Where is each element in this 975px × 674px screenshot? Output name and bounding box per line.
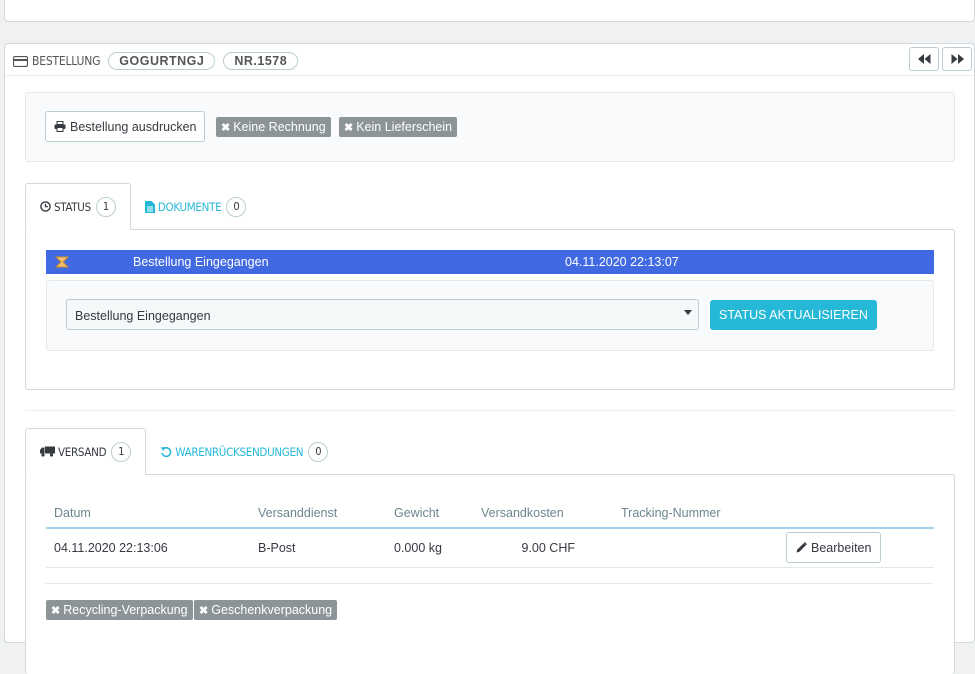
shipping-weight: 0.000 kg bbox=[386, 528, 473, 568]
status-history-date: 04.11.2020 22:13:07 bbox=[565, 255, 679, 269]
print-order-button[interactable]: Bestellung ausdrucken bbox=[45, 111, 206, 142]
print-order-label: Bestellung ausdrucken bbox=[70, 119, 197, 134]
close-icon: ✖ bbox=[221, 121, 231, 134]
tab-shipping-label: VERSAND bbox=[58, 444, 107, 459]
column-header-date: Datum bbox=[46, 498, 250, 529]
file-icon bbox=[144, 200, 155, 213]
order-panel-title: BESTELLUNG GOGURTNGJ NR.1578 bbox=[13, 52, 299, 70]
recycling-packaging-label: Recycling-Verpackung bbox=[63, 603, 188, 617]
previous-order-button[interactable] bbox=[909, 47, 939, 71]
shipping-tab-panel: Datum Versanddienst Gewicht Versandkoste… bbox=[25, 474, 955, 674]
column-header-actions bbox=[778, 498, 934, 529]
next-order-button[interactable] bbox=[942, 47, 972, 71]
status-update-form: Bestellung Eingegangen STATUS AKTUALISIE… bbox=[46, 280, 934, 351]
section-divider bbox=[25, 410, 955, 411]
order-status-selected: Bestellung Eingegangen bbox=[75, 309, 211, 323]
chevron-down-icon bbox=[684, 310, 692, 315]
order-status-select[interactable]: Bestellung Eingegangen bbox=[66, 299, 699, 330]
tab-status[interactable]: STATUS 1 bbox=[25, 183, 131, 230]
close-icon: ✖ bbox=[199, 604, 209, 617]
no-delivery-slip-badge: ✖ Kein Lieferschein bbox=[339, 117, 458, 137]
shipping-table-header: Datum Versanddienst Gewicht Versandkoste… bbox=[46, 498, 934, 529]
print-icon bbox=[54, 121, 66, 132]
gift-wrapping-label: Geschenkverpackung bbox=[211, 603, 333, 617]
edit-shipping-label: Bearbeiten bbox=[811, 540, 872, 555]
status-history-name: Bestellung Eingegangen bbox=[133, 255, 269, 269]
update-status-button[interactable]: STATUS AKTUALISIEREN bbox=[710, 300, 877, 330]
close-icon: ✖ bbox=[51, 604, 61, 617]
status-tabs: STATUS 1 DOKUMENTE 0 bbox=[25, 183, 260, 230]
close-icon: ✖ bbox=[344, 121, 354, 134]
edit-shipping-button[interactable]: Bearbeiten bbox=[786, 532, 882, 564]
shipping-tabs: VERSAND 1 WARENRÜCKSENDUNGEN 0 bbox=[25, 428, 342, 475]
shipping-carrier: B-Post bbox=[250, 528, 386, 568]
tab-shipping[interactable]: VERSAND 1 bbox=[25, 428, 147, 475]
tab-merchandise-returns[interactable]: WARENRÜCKSENDUNGEN 0 bbox=[146, 428, 342, 475]
order-panel-header: BESTELLUNG GOGURTNGJ NR.1578 bbox=[5, 44, 974, 76]
column-header-carrier: Versanddienst bbox=[250, 498, 386, 529]
top-panel bbox=[4, 0, 975, 22]
truck-icon bbox=[40, 446, 55, 457]
undo-icon bbox=[160, 446, 172, 457]
order-panel: BESTELLUNG GOGURTNGJ NR.1578 Bestellung … bbox=[4, 43, 975, 674]
no-invoice-badge: ✖ Keine Rechnung bbox=[216, 117, 331, 137]
tab-status-label: STATUS bbox=[54, 199, 91, 214]
tab-documents-count: 0 bbox=[226, 196, 247, 217]
no-delivery-slip-label: Kein Lieferschein bbox=[356, 120, 453, 134]
no-invoice-label: Keine Rechnung bbox=[233, 120, 326, 134]
order-nav bbox=[909, 47, 972, 71]
order-number-badge: NR.1578 bbox=[223, 52, 299, 70]
column-header-tracking-number: Tracking-Nummer bbox=[613, 498, 778, 529]
column-header-shipping-cost: Versandkosten bbox=[473, 498, 613, 529]
options-divider bbox=[45, 583, 933, 584]
fast-forward-icon bbox=[951, 54, 964, 64]
order-actions-well: Bestellung ausdrucken ✖ Keine Rechnung ✖… bbox=[25, 92, 955, 162]
shipping-actions-cell: Bearbeiten bbox=[778, 528, 934, 568]
tab-documents-label: DOKUMENTE bbox=[157, 199, 222, 214]
table-row: 04.11.2020 22:13:06 B-Post 0.000 kg 9.00… bbox=[46, 528, 934, 568]
shipping-date: 04.11.2020 22:13:06 bbox=[46, 528, 250, 568]
pencil-icon bbox=[796, 542, 807, 553]
tab-shipping-count: 1 bbox=[111, 441, 132, 462]
gift-wrapping-badge: ✖ Geschenkverpackung bbox=[194, 600, 338, 620]
tab-documents[interactable]: DOKUMENTE 0 bbox=[131, 183, 261, 230]
tab-merchandise-returns-label: WARENRÜCKSENDUNGEN bbox=[175, 444, 304, 459]
shipping-tracking-number bbox=[613, 528, 778, 568]
tab-merchandise-returns-count: 0 bbox=[308, 441, 329, 462]
hourglass-icon bbox=[54, 256, 70, 268]
credit-card-icon bbox=[13, 55, 28, 67]
recycling-packaging-badge: ✖ Recycling-Verpackung bbox=[46, 600, 193, 620]
status-tab-panel: Bestellung Eingegangen 04.11.2020 22:13:… bbox=[25, 229, 955, 390]
status-history-row: Bestellung Eingegangen 04.11.2020 22:13:… bbox=[46, 250, 934, 274]
shipping-cost: 9.00 CHF bbox=[473, 528, 613, 568]
column-header-weight: Gewicht bbox=[386, 498, 473, 529]
shipping-table: Datum Versanddienst Gewicht Versandkoste… bbox=[46, 498, 934, 568]
tab-status-count: 1 bbox=[95, 196, 116, 217]
clock-icon bbox=[40, 201, 51, 212]
order-reference-badge: GOGURTNGJ bbox=[108, 52, 216, 70]
order-title: BESTELLUNG bbox=[32, 54, 101, 68]
fast-backward-icon bbox=[917, 54, 930, 64]
